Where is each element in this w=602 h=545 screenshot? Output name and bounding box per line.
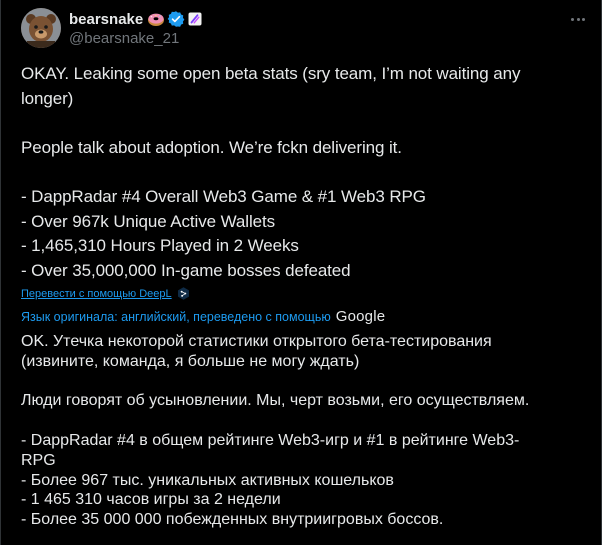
- tweet-header: bearsnake @bearsnake_21: [21, 8, 591, 56]
- bear-avatar-icon: [21, 8, 61, 48]
- avatar[interactable]: [21, 8, 61, 48]
- verified-badge-icon[interactable]: [167, 10, 185, 28]
- google-logo: Google: [335, 308, 386, 325]
- display-name[interactable]: bearsnake: [69, 11, 143, 28]
- deepl-translate-label[interactable]: Перевести с помощью DeepL: [21, 288, 172, 300]
- translation-source-note[interactable]: Язык оригинала: английский, переведено с…: [21, 308, 385, 325]
- author-names: bearsnake @bearsnake_21: [69, 9, 202, 47]
- tweet-text: OKAY. Leaking some open beta stats (sry …: [21, 64, 521, 280]
- more-dot-icon: [581, 17, 585, 21]
- more-dot-icon: [576, 17, 580, 21]
- tweet-card: bearsnake @bearsnake_21 OKAY. Leaking so…: [0, 0, 602, 545]
- original-language-label[interactable]: Язык оригинала: английский, переведено с…: [21, 310, 331, 324]
- deepl-translate-link[interactable]: Перевести с помощью DeepL: [21, 287, 190, 300]
- handle[interactable]: @bearsnake_21: [69, 30, 202, 47]
- affiliate-badge-icon[interactable]: [188, 12, 202, 26]
- donut-emoji-icon: [148, 13, 165, 26]
- more-options-button[interactable]: [567, 10, 589, 28]
- more-dot-icon: [571, 17, 575, 21]
- deepl-icon: [177, 287, 189, 300]
- display-name-row: bearsnake: [69, 9, 202, 29]
- translated-tweet-text: OK. Утечка некоторой статистики открытог…: [21, 333, 530, 529]
